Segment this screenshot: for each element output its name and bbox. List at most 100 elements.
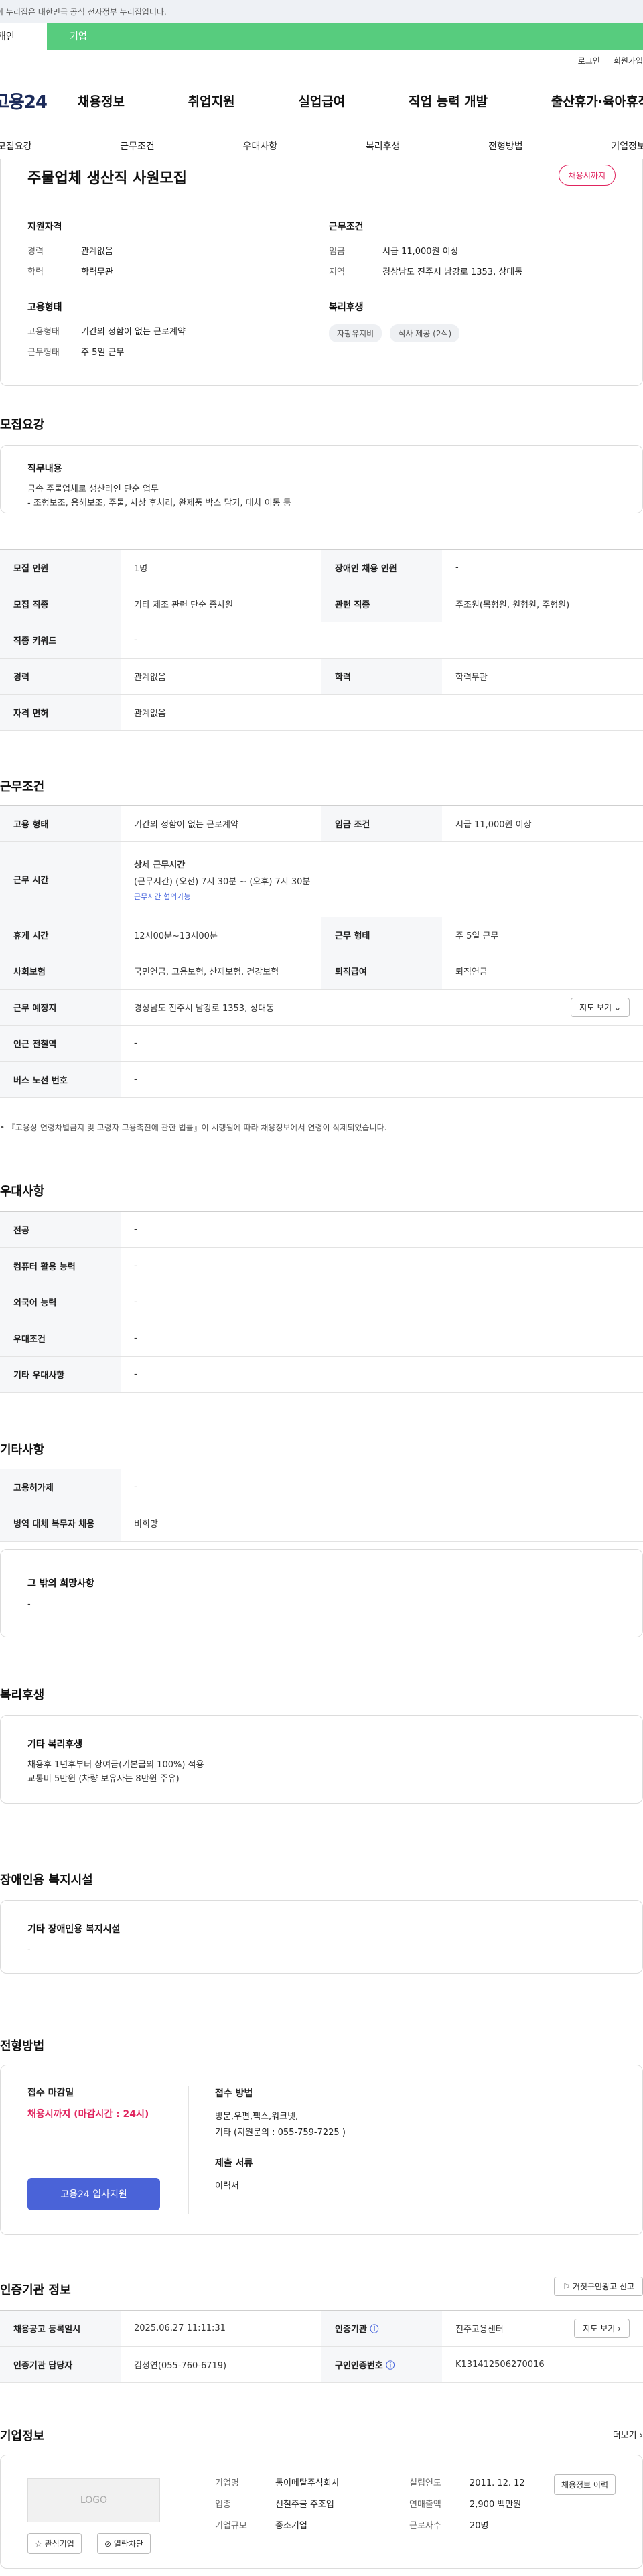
utility-bar: 로그인 회원가입 (0, 50, 643, 71)
section-title-agency: 인증기관 정보 (0, 2283, 71, 2297)
gnb-item-jobs[interactable]: 채용정보 (78, 92, 125, 110)
block-icon: ⊘ (104, 2539, 112, 2549)
subnav-company[interactable]: 기업정보 (611, 139, 643, 153)
info-icon[interactable]: ⓘ (370, 2325, 378, 2335)
agency-map-button[interactable]: 지도 보기 › (574, 2319, 630, 2338)
duty-box: 직무내용 금속 주물업체로 생산라인 단순 업무 - 조형보조, 용해보조, 주… (0, 445, 643, 513)
cell-key: 경력 (0, 658, 121, 695)
disability-box-text: - (27, 1945, 31, 1955)
cell-value: 김성연(055-760-6719) (121, 2346, 322, 2383)
recruit-table: 모집 인원 1명 장애인 채용 인원 - 모집 직종 기타 제조 관련 단순 종사원 관련… (0, 549, 643, 731)
cell-value: 비희망 (121, 1505, 643, 1542)
interest-button[interactable]: ☆ 관심기업 (27, 2533, 82, 2554)
hours-badge: 근무시간 협의가능 (134, 892, 191, 901)
gov-banner-text: 이 누리집은 대한민국 공식 전자정부 누리집입니다. (0, 7, 167, 17)
subnav-welfare[interactable]: 복리후생 (366, 139, 401, 153)
user-type-tabs: 개인 기업 (0, 23, 643, 50)
deadline-value: 채용시까지 (마감시간 : 24시) (27, 2109, 149, 2120)
cell-key: 버스 노선 번호 (0, 1061, 121, 1098)
info-key: 고용형태 (27, 327, 60, 337)
info-value: 학력무관 (81, 267, 113, 277)
cell-key: 관련 직종 (322, 586, 442, 622)
subnav-recruit[interactable]: 모집요강 (0, 139, 32, 153)
apply-button[interactable]: 고용24 입사지원 (27, 2178, 160, 2210)
cell-value: 관계없음 (121, 658, 322, 695)
company-more-link[interactable]: 더보기 › (613, 2428, 643, 2441)
company-value: 선철주물 주조업 (275, 2500, 334, 2510)
cell-key: 근무 예정지 (0, 989, 121, 1026)
company-value: 중소기업 (275, 2521, 307, 2531)
company-info: 기업명 동이메탈주식회사 설립연도 2011. 12. 12 업종 선철주물 주조업 연매… (215, 2473, 543, 2537)
gnb-item-training[interactable]: 직업 능력 개발 (409, 92, 488, 110)
table-row: 병역 대체 복무자 채용 비희망 (0, 1505, 643, 1542)
cell-value: - (121, 1061, 643, 1098)
disability-box: 기타 장애인용 복지시설 - (0, 1900, 643, 1974)
cell-key: 인증기관 담당자 (0, 2346, 121, 2383)
subnav-conditions[interactable]: 근무조건 (120, 139, 155, 153)
chevron-right-icon: › (639, 2431, 643, 2441)
info-key: 임금 (329, 247, 345, 257)
report-button[interactable]: ⚐ 거짓구인광고 신고 (554, 2277, 643, 2296)
block-button[interactable]: ⊘ 열람차단 (97, 2533, 151, 2554)
gov-banner: 이 누리집은 대한민국 공식 전자정부 누리집입니다. (0, 0, 643, 23)
docs-title: 제출 서류 (215, 2157, 253, 2169)
docs-value: 이력서 (215, 2181, 239, 2192)
info-value: 주 5일 근무 (81, 348, 125, 358)
site-logo[interactable]: 고용24 (0, 88, 78, 113)
cell-key: 고용허가제 (0, 1469, 121, 1505)
table-row: 고용 형태 기간의 정함이 없는 근로계약 임금 조건 시급 11,000원 이상 (0, 805, 643, 842)
subnav-process[interactable]: 전형방법 (488, 139, 523, 153)
job-history-button[interactable]: 채용정보 이력 (553, 2474, 616, 2495)
cell-key: 병역 대체 복무자 채용 (0, 1505, 121, 1542)
welfare-box-title: 기타 복리후생 (27, 1739, 83, 1750)
method-block: 접수 방법 방문,우편,팩스,워크넷, 기타 (지원문의 : 055-759-7… (215, 2086, 346, 2195)
divider (188, 2086, 189, 2214)
cell-key: 컴퓨터 활용 능력 (0, 1247, 121, 1284)
block-label: 열람차단 (113, 2539, 144, 2549)
cell-value: 기타 제조 관련 단순 종사원 (121, 586, 322, 622)
info-value: 경상남도 진주시 남강로 1353, 상대동 (382, 267, 523, 277)
table-row: 근무 시간 상세 근무시간 (근무시간) (오전) 7시 30분 ~ (오후) … (0, 841, 643, 917)
hours-title: 상세 근무시간 (134, 860, 186, 870)
section-title-company: 기업정보 (0, 2429, 45, 2443)
info-key: 경력 (27, 247, 44, 257)
welfare-box: 기타 복리후생 채용후 1년후부터 상여금(기본급의 100%) 적용 교통비 … (0, 1715, 643, 1804)
info-value: 관계없음 (81, 247, 113, 257)
login-link[interactable]: 로그인 (578, 55, 600, 66)
cell-key: 휴게 시간 (0, 917, 121, 953)
map-button[interactable]: 지도 보기 ⌄ (571, 998, 630, 1017)
place-cell: 경상남도 진주시 남강로 1353, 상대동 지도 보기 ⌄ (121, 989, 643, 1026)
signup-link[interactable]: 회원가입 (614, 55, 643, 66)
tab-corporate[interactable]: 기업 (47, 23, 643, 50)
gnb-item-leave[interactable]: 출산휴가·육아휴직 (551, 92, 643, 110)
cell-value: 기간의 정함이 없는 근로계약 (121, 805, 322, 842)
cell-value: - (121, 1025, 643, 1062)
etc-table: 고용허가제 - 병역 대체 복무자 채용 비희망 (0, 1469, 643, 1542)
cell-key: 외국어 능력 (0, 1284, 121, 1320)
table-row: 인증기관 담당자 김성연(055-760-6719) 구인인증번호 ⓘ K131412… (0, 2346, 643, 2383)
cell-value: - (121, 1247, 643, 1284)
age-law-note: • 『고용상 연령차별금지 및 고령자 고용촉진에 관한 법률』이 시행됨에 따… (0, 1123, 387, 1132)
info-icon[interactable]: ⓘ (386, 2361, 395, 2371)
cell-key: 장애인 채용 인원 (322, 549, 442, 586)
disability-box-title: 기타 장애인용 복지시설 (27, 1924, 121, 1935)
section-title-disability: 장애인용 복지시설 (0, 1873, 93, 1887)
tab-individual[interactable]: 개인 (0, 23, 47, 50)
company-value: 20명 (470, 2521, 489, 2531)
etc-box-title: 그 밖의 희망사항 (27, 1578, 94, 1589)
gnb-item-unemployment[interactable]: 실업급여 (298, 92, 345, 110)
welfare-group: 복리후생 자팡유지비 식사 제공 (2식) (329, 300, 465, 342)
tab-individual-label: 개인 (0, 31, 15, 42)
company-key: 설립연도 (409, 2478, 441, 2488)
subnav-preference[interactable]: 우대사항 (243, 139, 278, 153)
info-key: 지역 (329, 267, 345, 277)
cell-value: 시급 11,000원 이상 (442, 805, 643, 842)
chevron-down-icon: ⌄ (614, 1003, 621, 1012)
cell-key: 사회보험 (0, 953, 121, 990)
section-title-etc: 기타사항 (0, 1443, 45, 1457)
gnb-item-employment-support[interactable]: 취업지원 (188, 92, 235, 110)
table-row: 직종 키워드 - (0, 622, 643, 659)
job-title: 주물업체 생산직 사원모집 (27, 170, 187, 187)
duty-line: 금속 주물업체로 생산라인 단순 업무 (27, 484, 159, 494)
agency-cell: 진주고용센터 지도 보기 › (442, 2310, 643, 2347)
